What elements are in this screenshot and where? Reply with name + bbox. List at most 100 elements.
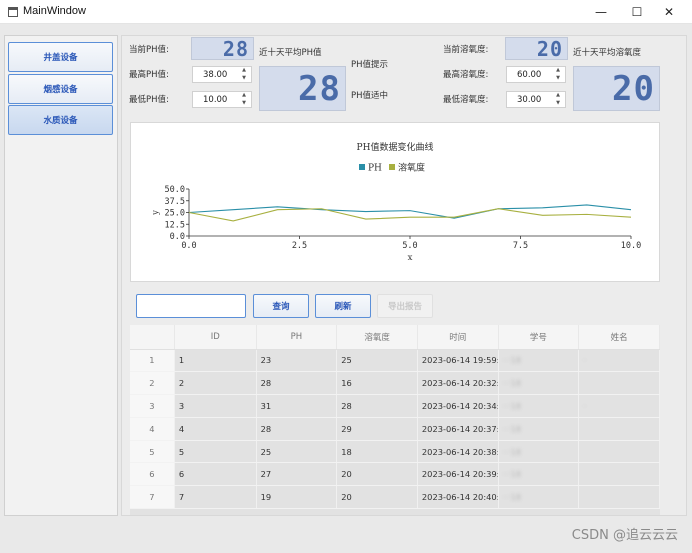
row-number[interactable]: 7 xyxy=(130,485,175,510)
cell-name[interactable] xyxy=(578,417,660,441)
spin-up-icon[interactable]: ▲ xyxy=(556,67,560,74)
row-number[interactable]: 4 xyxy=(130,417,175,441)
sidebar-item-smoke[interactable]: 烟感设备 xyxy=(8,74,113,104)
cell-id[interactable]: 6 xyxy=(174,462,257,487)
column-header-id[interactable]: ID xyxy=(174,325,257,350)
spin-up-icon[interactable]: ▲ xyxy=(242,67,246,74)
sidebar-item-water-quality[interactable]: 水质设备 xyxy=(8,105,113,135)
table-header-row: ID PH 溶氧度 时间 学号 姓名 xyxy=(130,325,660,350)
y-tick-label: 12.5 xyxy=(165,220,185,230)
spin-up-icon[interactable]: ▲ xyxy=(242,92,246,99)
sidebar: 井盖设备 烟感设备 水质设备 xyxy=(4,35,118,516)
cell-id[interactable]: 5 xyxy=(174,440,257,464)
cell-oxygen[interactable]: 29 xyxy=(336,417,418,441)
cell-id[interactable]: 1 xyxy=(174,349,257,373)
spin-down-icon[interactable]: ▼ xyxy=(242,75,246,82)
sidebar-item-label: 烟感设备 xyxy=(43,85,78,95)
search-input[interactable] xyxy=(136,294,246,318)
sidebar-item-label: 井盖设备 xyxy=(43,53,78,63)
table-row[interactable]: 4428292023-06-14 20:37:32···18 xyxy=(130,417,660,441)
ph-min-spinbox[interactable]: 10.00 ▲ ▼ xyxy=(192,91,252,108)
y-tick-label: 25.0 xyxy=(165,209,185,219)
row-number[interactable]: 3 xyxy=(130,394,175,418)
row-number[interactable]: 1 xyxy=(130,349,175,373)
cell-oxygen[interactable]: 18 xyxy=(336,440,418,464)
refresh-button-label: 刷新 xyxy=(334,302,352,312)
refresh-button[interactable]: 刷新 xyxy=(315,294,371,318)
cell-oxygen[interactable]: 16 xyxy=(336,371,418,396)
row-number[interactable]: 6 xyxy=(130,462,175,487)
cell-name[interactable] xyxy=(578,440,660,464)
cell-student-id[interactable]: ···18 xyxy=(498,462,580,487)
oxygen-current-display: 20 xyxy=(505,37,568,61)
row-number[interactable]: 5 xyxy=(130,440,175,464)
cell-id[interactable]: 7 xyxy=(174,485,257,510)
cell-student-id[interactable]: ···18 xyxy=(498,371,580,396)
oxygen-min-spinbox[interactable]: 30.00 ▲ ▼ xyxy=(506,91,566,108)
query-button[interactable]: 查询 xyxy=(253,294,309,318)
table-row[interactable]: 7719202023-06-14 20:40:59···18 xyxy=(130,485,660,510)
cell-time[interactable]: 2023-06-14 19:59:55 xyxy=(417,349,499,373)
cell-name[interactable] xyxy=(578,462,660,487)
table-corner-header[interactable] xyxy=(130,325,175,350)
cell-student-id[interactable]: ···18 xyxy=(498,349,580,373)
cell-name[interactable] xyxy=(578,371,660,396)
cell-time[interactable]: 2023-06-14 20:38:43 xyxy=(417,440,499,464)
cell-ph[interactable]: 31 xyxy=(256,394,338,418)
ph-current-label: 当前PH值: xyxy=(129,45,169,55)
spin-up-icon[interactable]: ▲ xyxy=(556,92,560,99)
column-header-name[interactable]: 姓名 xyxy=(578,325,660,350)
cell-id[interactable]: 3 xyxy=(174,394,257,418)
table-row[interactable]: 6627202023-06-14 20:39:52···18 xyxy=(130,462,660,487)
column-header-time[interactable]: 时间 xyxy=(417,325,499,350)
close-button[interactable]: ✕ xyxy=(646,0,692,24)
cell-ph[interactable]: 23 xyxy=(256,349,338,373)
spin-down-icon[interactable]: ▼ xyxy=(556,100,560,107)
cell-ph[interactable]: 28 xyxy=(256,371,338,396)
ph-max-spinbox[interactable]: 38.00 ▲ ▼ xyxy=(192,66,252,83)
table-row[interactable]: 5525182023-06-14 20:38:43···18 xyxy=(130,440,660,464)
row-number[interactable]: 2 xyxy=(130,371,175,396)
cell-student-id[interactable]: ···18 xyxy=(498,485,580,510)
oxygen-max-value: 60.00 xyxy=(517,69,542,80)
cell-ph[interactable]: 27 xyxy=(256,462,338,487)
table-row[interactable]: 3331282023-06-14 20:34:18···18· xyxy=(130,394,660,418)
sidebar-item-manhole[interactable]: 井盖设备 xyxy=(8,42,113,72)
column-header-ph[interactable]: PH xyxy=(256,325,338,350)
column-header-oxygen[interactable]: 溶氧度 xyxy=(336,325,418,350)
cell-ph[interactable]: 28 xyxy=(256,417,338,441)
spin-down-icon[interactable]: ▼ xyxy=(242,100,246,107)
column-header-student-id[interactable]: 学号 xyxy=(498,325,580,350)
cell-time[interactable]: 2023-06-14 20:34:18 xyxy=(417,394,499,418)
cell-name[interactable] xyxy=(578,485,660,510)
cell-student-id[interactable]: ···18 xyxy=(498,440,580,464)
table-row[interactable]: 2228162023-06-14 20:32:33···18 xyxy=(130,371,660,396)
x-tick-label: 5.0 xyxy=(402,241,417,251)
y-tick-label: 37.5 xyxy=(165,197,185,207)
ph-max-label: 最高PH值: xyxy=(129,70,169,80)
table-row[interactable]: 1123252023-06-14 19:59:55···18· xyxy=(130,349,660,373)
cell-oxygen[interactable]: 25 xyxy=(336,349,418,373)
cell-time[interactable]: 2023-06-14 20:32:33 xyxy=(417,371,499,396)
ph-status-label: PH值适中 xyxy=(351,91,389,101)
cell-ph[interactable]: 19 xyxy=(256,485,338,510)
cell-name[interactable]: · xyxy=(578,394,660,418)
cell-time[interactable]: 2023-06-14 20:37:32 xyxy=(417,417,499,441)
cell-time[interactable]: 2023-06-14 20:40:59 xyxy=(417,485,499,510)
cell-name[interactable]: · xyxy=(578,349,660,373)
query-button-label: 查询 xyxy=(272,302,290,312)
cell-ph[interactable]: 25 xyxy=(256,440,338,464)
ph-chart: PH值数据变化曲线PH 溶氧度0.012.525.037.550.00.0 2.5 5… xyxy=(151,141,641,263)
cell-student-id[interactable]: ···18 xyxy=(498,417,580,441)
cell-id[interactable]: 4 xyxy=(174,417,257,441)
oxygen-max-spinbox[interactable]: 60.00 ▲ ▼ xyxy=(506,66,566,83)
cell-student-id[interactable]: ···18 xyxy=(498,394,580,418)
cell-oxygen[interactable]: 20 xyxy=(336,485,418,510)
cell-time[interactable]: 2023-06-14 20:39:52 xyxy=(417,462,499,487)
cell-oxygen[interactable]: 28 xyxy=(336,394,418,418)
oxygen-current-label: 当前溶氧度: xyxy=(443,45,489,55)
cell-id[interactable]: 2 xyxy=(174,371,257,396)
x-axis-label: x xyxy=(408,253,413,263)
spin-down-icon[interactable]: ▼ xyxy=(556,75,560,82)
cell-oxygen[interactable]: 20 xyxy=(336,462,418,487)
